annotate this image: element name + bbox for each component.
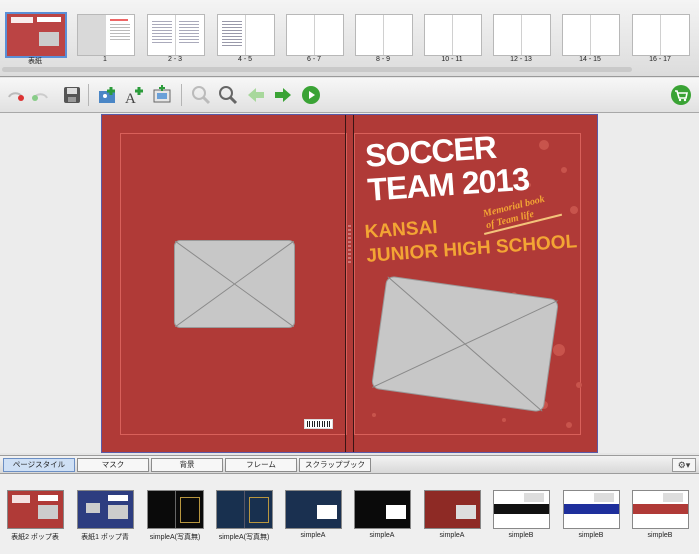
cover-spread[interactable]: SOCCER TEAM 2013 KANSAI JUNIOR HIGH SCHO… <box>101 114 598 453</box>
add-photo-icon[interactable] <box>97 84 119 106</box>
page-thumb[interactable] <box>632 14 690 56</box>
page-thumb-label: 10 - 11 <box>441 56 463 63</box>
zoom-in-icon[interactable] <box>217 84 239 106</box>
style-thumb[interactable] <box>563 490 620 529</box>
style-thumb-label: simpleB <box>647 532 673 539</box>
barcode <box>304 419 333 429</box>
add-frame-icon[interactable] <box>151 84 173 106</box>
style-thumb[interactable] <box>147 490 204 529</box>
style-thumb-label: simpleB <box>508 532 534 539</box>
svg-text:A: A <box>125 91 136 106</box>
tab-scrapbook[interactable]: スクラップブック <box>299 458 371 472</box>
page-style-strip: 表紙2 ポップ表 表紙1 ポップ青 simpleA(写真無) simpleA(写… <box>0 474 699 554</box>
style-thumb-label: simpleA <box>439 532 465 539</box>
page-thumb[interactable] <box>562 14 620 56</box>
page-thumb[interactable] <box>147 14 205 56</box>
forward-arrow-icon[interactable] <box>272 84 294 106</box>
settings-gear-icon[interactable]: ⚙▾ <box>672 458 696 472</box>
page-thumb-label: 1 <box>103 56 107 63</box>
page-thumb-label: 6 - 7 <box>306 56 321 63</box>
toolbar: A <box>0 78 699 113</box>
zoom-out-icon[interactable] <box>190 84 212 106</box>
photo-placeholder-front[interactable] <box>370 275 560 413</box>
page-thumb[interactable] <box>355 14 413 56</box>
tab-frame[interactable]: フレーム <box>225 458 297 472</box>
cover-title[interactable]: SOCCER TEAM 2013 <box>364 128 530 208</box>
page-thumb[interactable] <box>493 14 551 56</box>
style-thumb[interactable] <box>424 490 481 529</box>
page-thumb-label: 16 - 17 <box>649 56 671 63</box>
style-thumb[interactable] <box>285 490 342 529</box>
spine-line-left <box>345 115 346 452</box>
page-thumbnail-strip: 表紙 1 2 - 3 4 - 5 6 - 7 8 - 9 10 - 11 12 … <box>0 0 699 77</box>
toolbar-separator <box>181 84 182 106</box>
page-strip-scrollbar[interactable] <box>2 67 632 72</box>
page-thumb-label: 8 - 9 <box>375 56 390 63</box>
page-thumb-cover[interactable] <box>5 12 67 58</box>
style-thumb-label: simpleA(写真無) <box>149 534 201 541</box>
tab-page-style[interactable]: ページスタイル <box>3 458 75 472</box>
page-thumb-label: 14 - 15 <box>579 56 601 63</box>
page-thumb-label: 2 - 3 <box>167 56 182 63</box>
style-thumb-label: 表紙2 ポップ表 <box>11 534 59 541</box>
style-thumb[interactable] <box>216 490 273 529</box>
page-thumb-label: 4 - 5 <box>237 56 252 63</box>
play-icon[interactable] <box>300 84 322 106</box>
style-thumb-label: simpleB <box>578 532 604 539</box>
undo-icon[interactable] <box>4 84 26 106</box>
add-text-icon[interactable]: A <box>124 84 146 106</box>
page-thumb[interactable] <box>286 14 344 56</box>
style-tab-bar: ページスタイル マスク 背景 フレーム スクラップブック ⚙▾ <box>0 455 699 474</box>
photo-placeholder-back[interactable] <box>174 240 295 328</box>
page-thumb[interactable] <box>217 14 275 56</box>
save-icon[interactable] <box>61 84 83 106</box>
back-arrow-icon[interactable] <box>245 84 267 106</box>
tab-mask[interactable]: マスク <box>77 458 149 472</box>
editing-canvas: SOCCER TEAM 2013 KANSAI JUNIOR HIGH SCHO… <box>0 113 699 453</box>
toolbar-separator <box>88 84 89 106</box>
style-thumb[interactable] <box>354 490 411 529</box>
tab-background[interactable]: 背景 <box>151 458 223 472</box>
style-thumb-label: simpleA <box>369 532 395 539</box>
spine-text <box>348 225 351 265</box>
page-thumb-label: 12 - 13 <box>510 56 532 63</box>
page-thumb[interactable] <box>77 14 135 56</box>
style-thumb-label: simpleA(写真無) <box>218 534 270 541</box>
style-thumb[interactable] <box>493 490 550 529</box>
style-thumb[interactable] <box>77 490 134 529</box>
style-thumb-label: 表紙1 ポップ青 <box>81 534 129 541</box>
style-thumb[interactable] <box>7 490 64 529</box>
style-thumb[interactable] <box>632 490 689 529</box>
page-thumb[interactable] <box>424 14 482 56</box>
style-thumb-label: simpleA <box>300 532 326 539</box>
page-thumb-label: 表紙 <box>28 58 42 65</box>
cart-icon[interactable] <box>670 84 692 106</box>
redo-icon[interactable] <box>30 84 52 106</box>
